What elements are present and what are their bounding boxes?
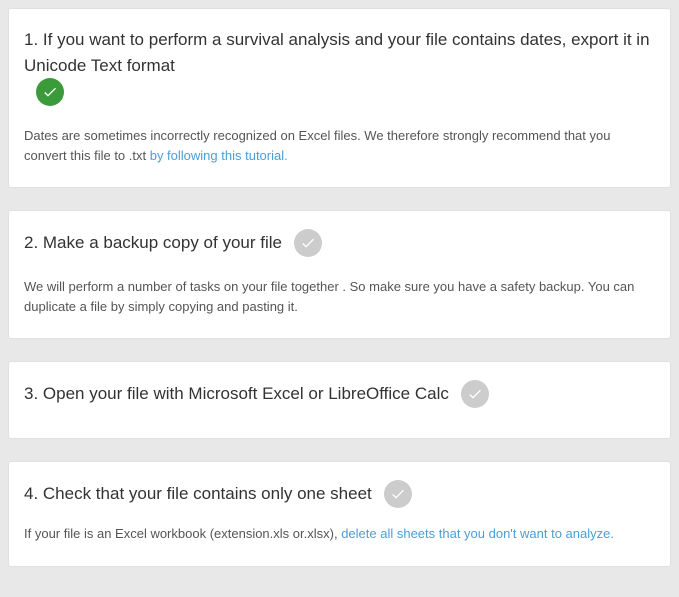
step-body: Dates are sometimes incorrectly recogniz… (24, 126, 655, 165)
step-body: We will perform a number of tasks on you… (24, 277, 655, 316)
delete-sheets-link[interactable]: delete all sheets that you don't want to… (341, 526, 614, 541)
step-header: 4. Check that your file contains only on… (24, 480, 655, 508)
step-title: 3. Open your file with Microsoft Excel o… (24, 381, 449, 407)
checkmark-icon (461, 380, 489, 408)
step-title: 1. If you want to perform a survival ana… (24, 27, 655, 78)
step-title: 4. Check that your file contains only on… (24, 481, 372, 507)
step-body: If your file is an Excel workbook (exten… (24, 524, 655, 544)
step-title: 2. Make a backup copy of your file (24, 230, 282, 256)
step-card-1: 1. If you want to perform a survival ana… (8, 8, 671, 188)
step-body-text: If your file is an Excel workbook (exten… (24, 526, 341, 541)
tutorial-link[interactable]: by following this tutorial. (150, 148, 288, 163)
step-body-text: Dates are sometimes incorrectly recogniz… (24, 128, 610, 163)
step-card-3: 3. Open your file with Microsoft Excel o… (8, 361, 671, 439)
step-header: 3. Open your file with Microsoft Excel o… (24, 380, 655, 408)
step-body-text: We will perform a number of tasks on you… (24, 279, 634, 314)
checkmark-icon (294, 229, 322, 257)
step-card-4: 4. Check that your file contains only on… (8, 461, 671, 567)
step-card-2: 2. Make a backup copy of your file We wi… (8, 210, 671, 339)
checkmark-icon (36, 78, 64, 106)
step-header: 2. Make a backup copy of your file (24, 229, 655, 257)
checkmark-icon (384, 480, 412, 508)
step-header: 1. If you want to perform a survival ana… (24, 27, 655, 106)
